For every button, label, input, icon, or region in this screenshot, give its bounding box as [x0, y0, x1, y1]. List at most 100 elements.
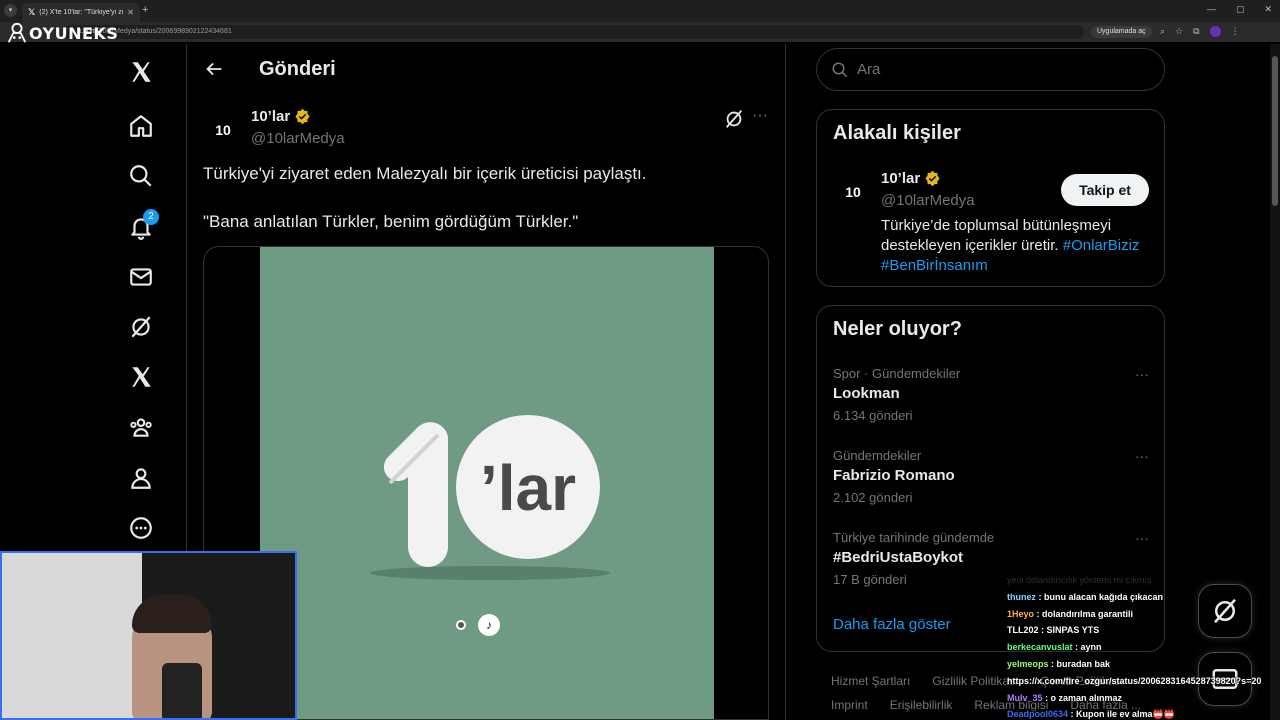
stream-chat-overlay: yeni dolandırıcılık yöntemi mi çıkmış thu…: [1007, 572, 1280, 720]
chat-message: berkecanvuslat : aynn: [1007, 639, 1280, 656]
trend-item[interactable]: Spor · Gündemdekiler Lookman 6.134 gönde…: [833, 366, 1149, 423]
chat-username: TLL202: [1007, 625, 1039, 636]
related-people-title: Alakalı kişiler: [833, 122, 961, 144]
verified-badge-icon: [295, 108, 310, 125]
x-logo-icon: 𝕏: [28, 7, 36, 17]
zoom-icon[interactable]: ⌕: [1160, 26, 1165, 37]
verified-badge-icon: [925, 170, 940, 187]
search-input[interactable]: Ara: [816, 48, 1165, 91]
webcam-overlay: [0, 551, 297, 720]
post-text-line-2: "Bana anlatılan Türkler, benim gördüğüm …: [203, 212, 579, 231]
chat-message: Mulv_35 : o zaman alınmaz: [1007, 690, 1280, 707]
chat-message: TLL202 : SINPAS YTS: [1007, 622, 1280, 639]
tab-title: (2) X'te 10'lar: "Türkiye'yi ziyaret: [39, 9, 123, 16]
post-author-name[interactable]: 10’lar: [251, 108, 311, 125]
post-author-handle[interactable]: @10larMedya: [251, 130, 345, 147]
footer-link[interactable]: Hizmet Şartları: [831, 674, 910, 688]
notification-count-badge: 2: [143, 209, 159, 225]
webcam-wall: [2, 553, 142, 718]
related-avatar[interactable]: 10: [833, 172, 873, 212]
chat-text: : Kupon ile ev alma📛📛: [1068, 709, 1175, 720]
video-progress-dot[interactable]: [456, 620, 466, 630]
trend-context: Türkiye tarihinde gündemde: [833, 530, 995, 545]
messages-envelope-icon[interactable]: [126, 262, 156, 292]
trend-count: 2.102 gönderi: [833, 490, 913, 505]
logo-lar-text: ’lar: [480, 452, 576, 524]
trend-more-button[interactable]: ···: [1135, 366, 1149, 382]
profile-avatar[interactable]: [1209, 26, 1221, 37]
chat-username: 1Heyo: [1007, 608, 1035, 619]
close-icon[interactable]: ✕: [127, 8, 134, 17]
bookmark-star-icon[interactable]: ☆: [1175, 26, 1183, 37]
video-frame[interactable]: ’lar ♪: [260, 247, 714, 719]
related-people-card: Alakalı kişiler 10 10’lar @10larMedya Ta…: [816, 109, 1165, 287]
trend-item[interactable]: Gündemdekiler Fabrizio Romano 2.102 gönd…: [833, 448, 1149, 505]
chat-message: yeni dolandırıcılık yöntemi mi çıkmış: [1007, 572, 1280, 589]
hashtag-link[interactable]: #BenBirİnsanım: [881, 257, 988, 274]
notifications-bell-icon[interactable]: 2: [126, 209, 159, 242]
url-field[interactable]: x.com/10larMedya/status/2006998902122434…: [64, 25, 1084, 39]
streamer-hair: [132, 595, 212, 633]
explore-search-icon[interactable]: [126, 161, 156, 191]
home-icon[interactable]: [126, 111, 156, 141]
grok-explain-icon[interactable]: [723, 108, 745, 130]
chat-text: : bunu alacan kağıda çıkacan: [1036, 591, 1164, 602]
address-bar-row: x.com/10larMedya/status/2006998902122434…: [0, 22, 1280, 42]
trend-name: Lookman: [833, 385, 900, 402]
scroll-thumb[interactable]: [1272, 56, 1278, 206]
open-in-app-button[interactable]: Uygulamada aç: [1091, 26, 1152, 38]
chat-username: Deadpool0634: [1007, 709, 1069, 720]
chat-text: : dolandırılma garantili: [1034, 608, 1134, 619]
chat-username: thunez: [1007, 591, 1036, 602]
browser-tabstrip: ▾ 𝕏 (2) X'te 10'lar: "Türkiye'yi ziyaret…: [0, 0, 1280, 22]
related-name[interactable]: 10’lar: [881, 170, 941, 187]
related-name-text: 10’lar: [881, 170, 921, 187]
related-handle[interactable]: @10larMedya: [881, 192, 975, 209]
close-window-icon[interactable]: ✕: [1264, 4, 1272, 15]
maximize-icon[interactable]: ▢: [1236, 4, 1245, 15]
chat-message: yelmeops : buradan bak: [1007, 656, 1280, 673]
follow-button[interactable]: Takip et: [1061, 174, 1149, 206]
trend-context: Gündemdekiler: [833, 448, 922, 463]
x-premium-icon[interactable]: [126, 362, 156, 392]
chat-username: yelmeops: [1007, 658, 1049, 669]
window-controls: — ▢ ✕: [1207, 4, 1272, 15]
page-title: Gönderi: [259, 58, 336, 80]
chat-username: berkecanvuslat: [1007, 642, 1073, 653]
show-more-link[interactable]: Daha fazla göster: [833, 616, 951, 633]
extensions-icon[interactable]: ⧉: [1193, 26, 1199, 37]
tab-search-button[interactable]: ▾: [4, 4, 17, 17]
logo-text: OYUNEKS: [29, 23, 119, 43]
trend-more-button[interactable]: ···: [1135, 448, 1149, 464]
chat-text: yeni dolandırıcılık yöntemi mi çıkmış: [1007, 575, 1152, 585]
footer-link[interactable]: Imprint: [831, 698, 868, 712]
communities-icon[interactable]: [126, 412, 156, 442]
chat-text: https://x.com/fire_ozgur/status/20062831…: [1007, 675, 1262, 686]
grok-icon[interactable]: [126, 312, 156, 342]
footer-link[interactable]: Erişilebilirlik: [890, 698, 953, 712]
browser-tab[interactable]: 𝕏 (2) X'te 10'lar: "Türkiye'yi ziyaret ✕: [22, 3, 140, 22]
post-author-avatar[interactable]: 10: [203, 110, 243, 150]
minimize-icon[interactable]: —: [1207, 4, 1216, 15]
back-arrow-icon[interactable]: [203, 58, 225, 80]
search-placeholder: Ara: [857, 61, 881, 78]
new-tab-button[interactable]: +: [142, 4, 148, 16]
chat-message: https://x.com/fire_ozgur/status/20062831…: [1007, 673, 1280, 690]
more-circle-icon[interactable]: [126, 513, 156, 543]
hashtag-link[interactable]: #OnlarBiziz: [1063, 237, 1140, 254]
related-bio: Türkiye’de toplumsal bütünleşmeyi destek…: [881, 216, 1157, 276]
post-more-button[interactable]: ···: [749, 108, 771, 130]
controller-logo-icon: [7, 22, 27, 43]
oyuneks-logo: OYUNEKS: [6, 22, 118, 44]
toolbar-icons: ⌕ ☆ ⧉ ⋮: [1160, 26, 1240, 37]
trend-more-button[interactable]: ···: [1135, 530, 1149, 546]
chat-text: : SINPAS YTS: [1038, 625, 1100, 636]
post-author-name-text: 10’lar: [251, 108, 291, 125]
profile-icon[interactable]: [126, 463, 156, 493]
chat-message: Deadpool0634 : Kupon ile ev alma📛📛: [1007, 706, 1280, 720]
trend-name: #BedriUstaBoykot: [833, 549, 964, 566]
x-home-logo-icon[interactable]: [126, 57, 156, 87]
post-text-line-1: Türkiye'yi ziyaret eden Malezyalı bir iç…: [203, 164, 647, 183]
footer-link[interactable]: Gizlilik Politikası: [932, 674, 1018, 688]
menu-icon[interactable]: ⋮: [1231, 26, 1240, 37]
